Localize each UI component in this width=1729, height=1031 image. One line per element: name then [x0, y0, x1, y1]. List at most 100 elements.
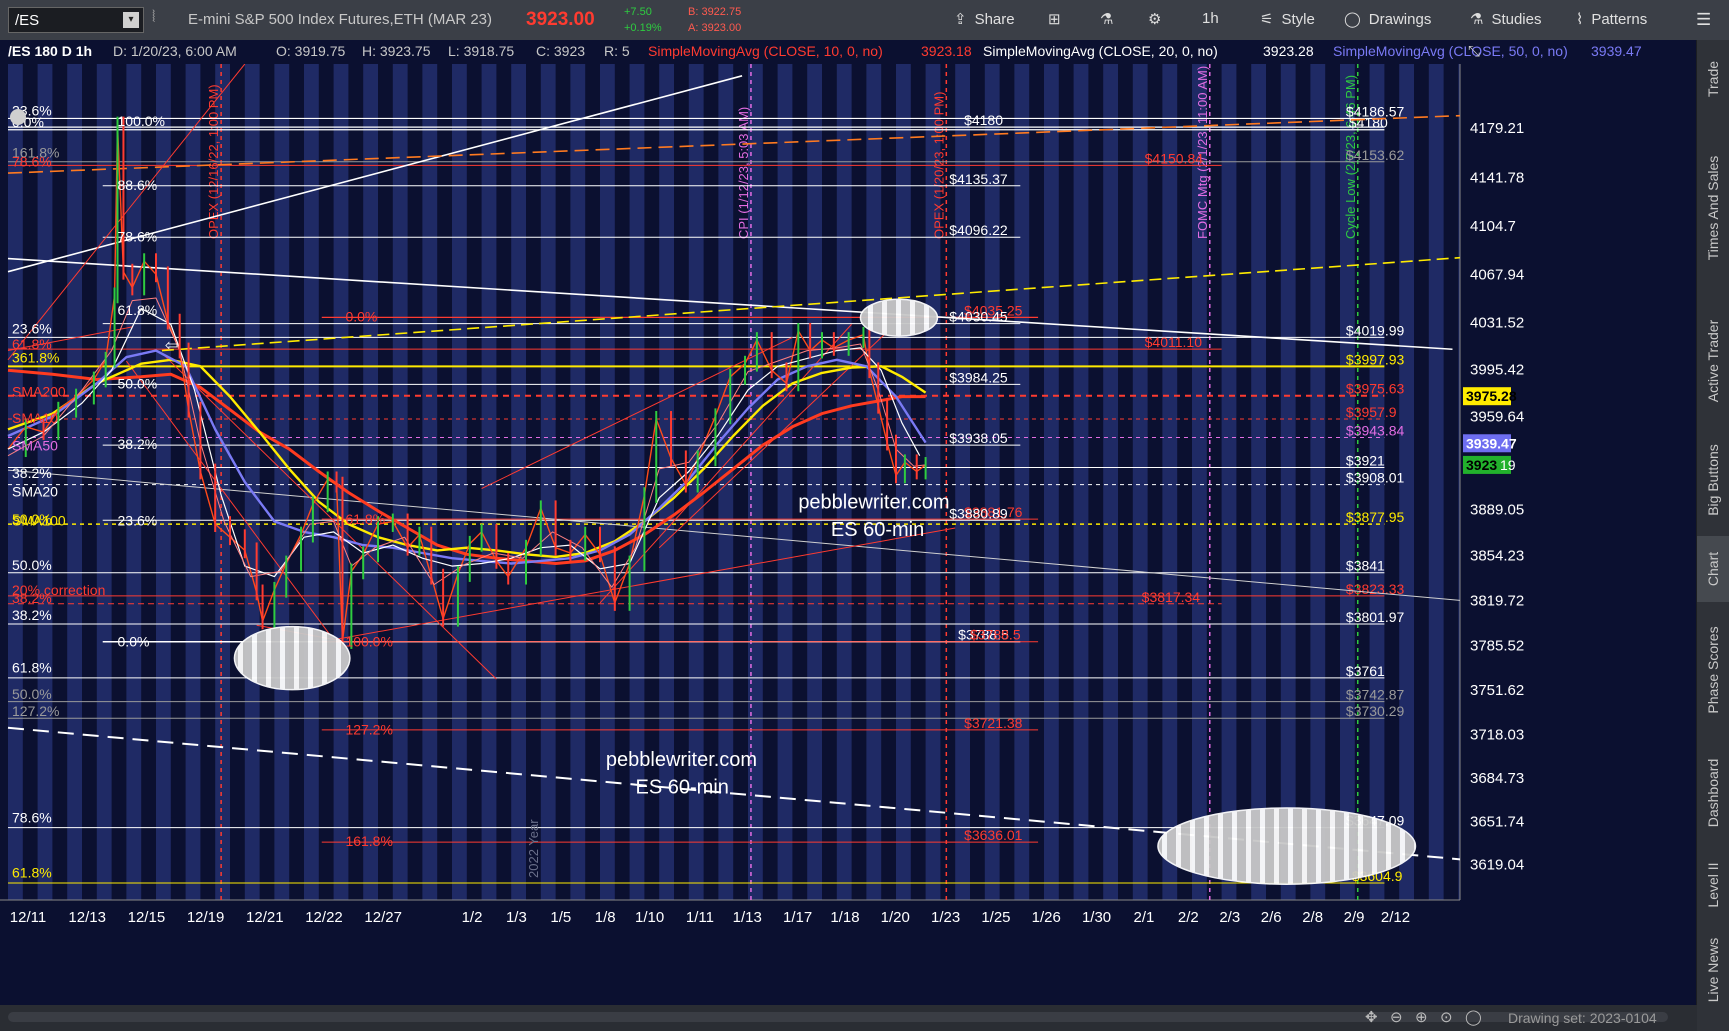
- header-r: R: 5: [604, 43, 630, 59]
- fib-label-left: 127.2%: [12, 703, 59, 719]
- sidebar-item-active-trader[interactable]: Active Trader: [1697, 296, 1729, 426]
- sidebar-item-live-news[interactable]: Live News: [1697, 922, 1729, 1018]
- fib-label-left: 78.6%: [12, 154, 52, 170]
- level-label: $3943.84: [1346, 423, 1405, 439]
- sidebar-item-label: Dashboard: [1705, 758, 1721, 828]
- session-band: [37, 64, 53, 900]
- timeframe-button[interactable]: 1h: [1202, 10, 1219, 27]
- share-label: Share: [974, 11, 1015, 28]
- price-tag-label: 3939.47: [1466, 435, 1517, 451]
- drawings-label: Drawings: [1368, 11, 1432, 28]
- y-tick-label: 3959.64: [1470, 409, 1524, 426]
- info-icon: [10, 109, 26, 125]
- fib-label: 100.0%: [345, 633, 392, 649]
- session-band: [866, 64, 882, 900]
- header-sma10-value: 3923.18: [921, 43, 972, 59]
- session-band: [984, 64, 1000, 900]
- highlight-ellipse: [1157, 807, 1417, 885]
- session-band: [1428, 64, 1444, 900]
- x-tick-label: 2/6: [1261, 909, 1282, 926]
- level-label: $3841: [1346, 558, 1385, 574]
- patterns-icon: ⌇: [1576, 11, 1584, 28]
- drawings-button[interactable]: ◯ Drawings: [1344, 10, 1431, 28]
- ellipse-icon[interactable]: ◯: [1465, 1008, 1482, 1026]
- fib-label-left: 50.0%: [12, 511, 52, 527]
- level-label: $3817.34: [1142, 589, 1201, 605]
- patterns-label: Patterns: [1591, 11, 1648, 28]
- x-tick-label: 2/3: [1219, 909, 1240, 926]
- style-button[interactable]: ⚟ Style: [1260, 10, 1315, 28]
- menu-button[interactable]: ☰: [1696, 10, 1711, 30]
- x-tick-label: 2/9: [1344, 909, 1365, 926]
- gear-icon: ⚙: [1148, 11, 1162, 28]
- zoom-in-icon[interactable]: ⊕: [1415, 1008, 1428, 1026]
- price-tag-label: 3975.28: [1466, 388, 1517, 404]
- settings-button[interactable]: ⚙: [1148, 10, 1169, 28]
- flask-icon: ⚗: [1470, 11, 1484, 28]
- fib-label-left: 78.6%: [12, 809, 52, 825]
- x-tick-label: 1/30: [1082, 909, 1111, 926]
- session-band: [1014, 64, 1030, 900]
- fib-label: 38.2%: [118, 436, 158, 452]
- level-label: $3984.25: [949, 369, 1008, 385]
- fib-label-left: SMA50: [12, 437, 58, 453]
- sidebar-item-big-buttons[interactable]: Big Buttons: [1697, 430, 1729, 530]
- price-chart[interactable]: OPEX (12/16/22, 1:00 PM) CPI (1/12/23, 5:…: [0, 40, 1697, 1005]
- x-tick-label: 1/20: [881, 909, 910, 926]
- style-label: Style: [1281, 11, 1315, 28]
- studies-button[interactable]: ⚗ Studies: [1470, 10, 1542, 28]
- fib-label: 161.8%: [345, 833, 392, 849]
- highlight-ellipse: [859, 298, 939, 337]
- cursor-icon[interactable]: ✥: [1365, 1008, 1378, 1026]
- x-tick-label: 2/1: [1133, 909, 1154, 926]
- x-tick-label: 2/8: [1302, 909, 1323, 926]
- y-tick-label: 3854.23: [1470, 547, 1524, 564]
- y-tick-label: 4179.21: [1470, 120, 1524, 137]
- share-button[interactable]: ⇪ Share: [954, 10, 1015, 28]
- session-band: [363, 64, 378, 900]
- level-label: $3975.63: [1346, 381, 1405, 397]
- session-band: [807, 64, 822, 900]
- fib-label-left: 361.8%: [12, 349, 59, 365]
- sidebar-item-trade[interactable]: Trade: [1697, 42, 1729, 116]
- sidebar-item-label: Trade: [1705, 60, 1721, 98]
- ellipse-icon: ◯: [1344, 11, 1361, 28]
- sidebar-item-chart[interactable]: Chart: [1697, 536, 1729, 602]
- y-tick-label: 3651.74: [1470, 813, 1524, 830]
- level-label: $3788.5: [970, 627, 1021, 643]
- top-toolbar: /ES ▾ ⦚ E-mini S&P 500 Index Futures,ETH…: [0, 0, 1729, 41]
- x-tick-label: 1/2: [462, 909, 483, 926]
- symbol-label: /ES: [15, 12, 40, 29]
- flask-button[interactable]: ⚗: [1100, 10, 1121, 28]
- sidebar-item-dashboard[interactable]: Dashboard: [1697, 738, 1729, 848]
- grid-button[interactable]: ⊞: [1048, 10, 1069, 28]
- patterns-button[interactable]: ⌇ Patterns: [1576, 10, 1647, 28]
- bid-price: B: 3922.75: [688, 6, 742, 18]
- x-tick-label: 1/17: [783, 909, 812, 926]
- fib-label-left: 61.8%: [12, 865, 52, 881]
- header-close: C: 3923: [536, 43, 585, 59]
- x-tick-label: 1/8: [595, 909, 616, 926]
- level-label: $3742.87: [1346, 687, 1405, 703]
- y-tick-label: 3889.05: [1470, 502, 1524, 519]
- sidebar-item-times-and-sales[interactable]: Times And Sales: [1697, 126, 1729, 290]
- sidebar-item-level-ii[interactable]: Level II: [1697, 852, 1729, 918]
- menu-icon: ☰: [1696, 10, 1712, 29]
- session-band: [600, 64, 615, 900]
- link-icon[interactable]: ⦚: [152, 9, 155, 27]
- x-tick-label: 1/13: [733, 909, 762, 926]
- zoom-box-icon[interactable]: ⊙: [1440, 1008, 1453, 1026]
- sidebar-item-phase-scores[interactable]: Phase Scores: [1697, 606, 1729, 734]
- sidebar-item-label: Phase Scores: [1705, 626, 1721, 714]
- zoom-out-icon[interactable]: ⊖: [1390, 1008, 1403, 1026]
- header-sma20: SimpleMovingAvg (CLOSE, 20, 0, no): [983, 43, 1218, 59]
- price-tag-label: 3923: [1466, 457, 1497, 473]
- header-date: D: 1/20/23, 6:00 AM: [113, 43, 237, 59]
- fib-label-left: 50.0%: [12, 686, 52, 702]
- symbol-selector[interactable]: /ES ▾: [8, 7, 144, 33]
- fib-label-left: 50.0%: [12, 557, 52, 573]
- arrow-marker: ⇦: [165, 338, 178, 355]
- chevron-down-icon[interactable]: ▾: [123, 12, 139, 28]
- sidebar-item-label: Chart: [1705, 551, 1721, 587]
- header-sma50-value: 3939.47: [1591, 43, 1642, 59]
